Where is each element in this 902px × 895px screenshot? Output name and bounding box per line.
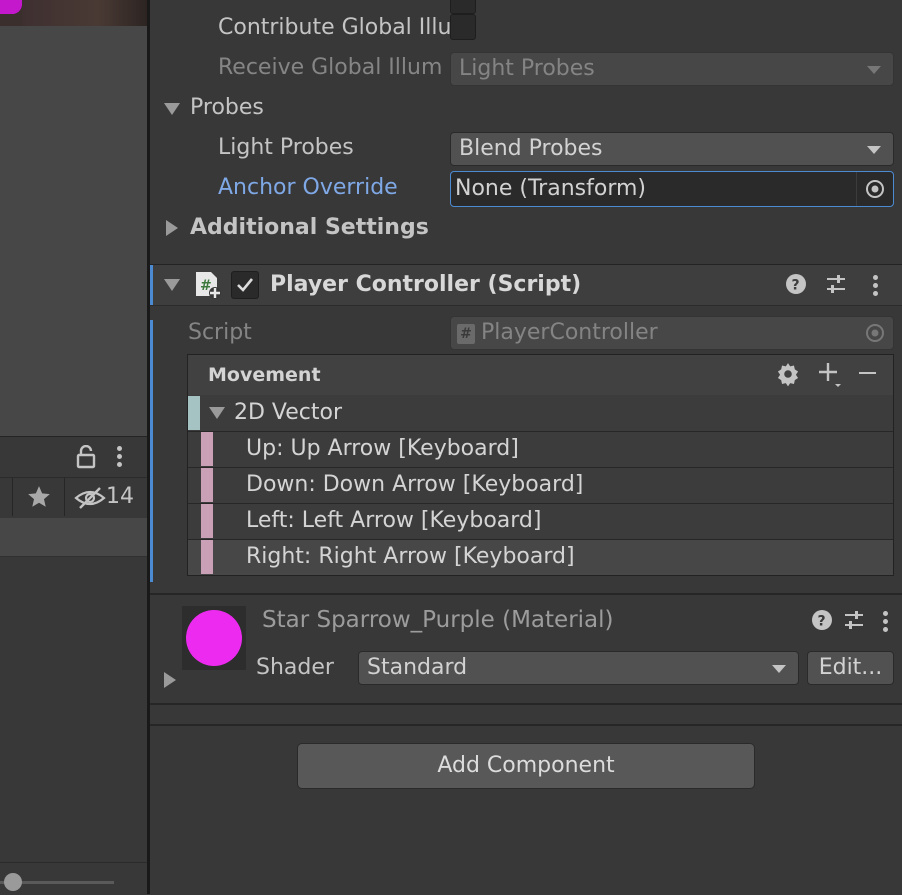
- list-item[interactable]: [0, 518, 148, 557]
- light-probes-label: Light Probes: [218, 135, 354, 160]
- shader-edit-button[interactable]: Edit...: [807, 651, 894, 685]
- binding-label: Up: Up Arrow [Keyboard]: [246, 436, 519, 461]
- receive-gi-value: Light Probes: [459, 56, 595, 81]
- scene-view[interactable]: [0, 0, 148, 436]
- contribute-gi-checkbox[interactable]: [450, 14, 476, 40]
- help-icon[interactable]: ?: [785, 273, 807, 295]
- additional-settings-label[interactable]: Additional Settings: [190, 208, 429, 248]
- shader-value: Standard: [367, 655, 468, 680]
- anchor-override-label: Anchor Override: [218, 175, 398, 200]
- svg-text:?: ?: [818, 614, 826, 630]
- selection-accent: [150, 320, 153, 582]
- scene-preview: [0, 0, 148, 26]
- chevron-down-icon: [867, 66, 881, 74]
- anchor-override-field[interactable]: None (Transform): [450, 171, 894, 207]
- foldout-expanded-icon[interactable]: [164, 103, 180, 115]
- binding-label: Right: Right Arrow [Keyboard]: [246, 544, 575, 569]
- foldout-collapsed-icon[interactable]: [166, 220, 178, 236]
- zoom-slider-handle[interactable]: [4, 873, 22, 891]
- checkmark-icon: [237, 278, 254, 292]
- script-value: PlayerController: [481, 320, 658, 345]
- contribute-gi-label: Contribute Global Illu: [218, 15, 452, 40]
- component-separator: [150, 724, 902, 726]
- toolbar-divider: [0, 478, 13, 516]
- material-menu-icon[interactable]: [883, 611, 889, 635]
- input-action-header: Movement: [188, 355, 893, 395]
- anchor-override-value: None (Transform): [455, 176, 646, 201]
- chevron-down-icon: [867, 146, 881, 154]
- gear-icon[interactable]: [775, 361, 801, 387]
- script-file-icon: #: [457, 324, 475, 344]
- binding-row[interactable]: Left: Left Arrow [Keyboard]: [188, 503, 893, 538]
- binding-row[interactable]: Up: Up Arrow [Keyboard]: [188, 431, 893, 466]
- script-label: Script: [188, 320, 252, 345]
- light-probes-dropdown[interactable]: Blend Probes: [450, 132, 894, 166]
- script-field: # PlayerController: [450, 316, 894, 350]
- receive-gi-label: Receive Global Illum: [218, 55, 443, 80]
- binding-row[interactable]: Down: Down Arrow [Keyboard]: [188, 467, 893, 502]
- object-picker-icon: [866, 324, 884, 342]
- chevron-down-icon: [772, 665, 786, 673]
- probes-section-label[interactable]: Probes: [190, 88, 264, 128]
- help-icon[interactable]: ?: [811, 609, 833, 631]
- foldout-expanded-icon[interactable]: [164, 279, 180, 291]
- toolbar-divider: [64, 478, 65, 516]
- presets-icon[interactable]: [843, 609, 865, 631]
- material-preview-sphere: [186, 610, 242, 666]
- shader-label: Shader: [256, 655, 334, 680]
- add-component-button[interactable]: Add Component: [297, 743, 755, 789]
- composite-label: 2D Vector: [234, 400, 343, 425]
- selection-accent: [150, 265, 153, 305]
- foldout-collapsed-icon[interactable]: [164, 672, 176, 688]
- panel-header: [0, 436, 148, 477]
- csharp-script-icon: #: [196, 272, 221, 299]
- component-title: Player Controller (Script): [270, 272, 582, 297]
- hidden-count: 14: [106, 484, 134, 509]
- component-separator: [150, 703, 902, 705]
- component-menu-icon[interactable]: [873, 275, 879, 299]
- remove-binding-icon[interactable]: [859, 372, 876, 375]
- foldout-expanded-icon[interactable]: [209, 407, 225, 419]
- light-probes-value: Blend Probes: [459, 136, 603, 161]
- panel-menu-icon[interactable]: [117, 446, 123, 470]
- component-separator: [150, 593, 902, 595]
- component-enabled-checkbox[interactable]: [231, 271, 259, 299]
- object-picker-icon[interactable]: [865, 179, 885, 199]
- material-name: Star Sparrow_Purple (Material): [262, 607, 614, 633]
- receive-gi-dropdown: Light Probes: [450, 52, 894, 86]
- star-icon[interactable]: [26, 484, 52, 510]
- composite-row[interactable]: 2D Vector: [188, 396, 893, 431]
- binding-label: Down: Down Arrow [Keyboard]: [246, 472, 584, 497]
- action-name: Movement: [208, 364, 321, 386]
- panel-toolbar: 14: [0, 477, 148, 519]
- checkbox[interactable]: [450, 0, 476, 14]
- binding-label: Left: Left Arrow [Keyboard]: [246, 508, 542, 533]
- hidden-eye-icon[interactable]: [74, 486, 106, 510]
- presets-icon[interactable]: [825, 273, 847, 295]
- zoom-bar: [0, 862, 148, 895]
- add-binding-icon[interactable]: [818, 361, 844, 389]
- lock-icon[interactable]: [76, 445, 96, 469]
- binding-row-selected[interactable]: Right: Right Arrow [Keyboard]: [188, 539, 893, 575]
- shader-dropdown[interactable]: Standard: [358, 651, 799, 685]
- svg-text:?: ?: [792, 278, 800, 294]
